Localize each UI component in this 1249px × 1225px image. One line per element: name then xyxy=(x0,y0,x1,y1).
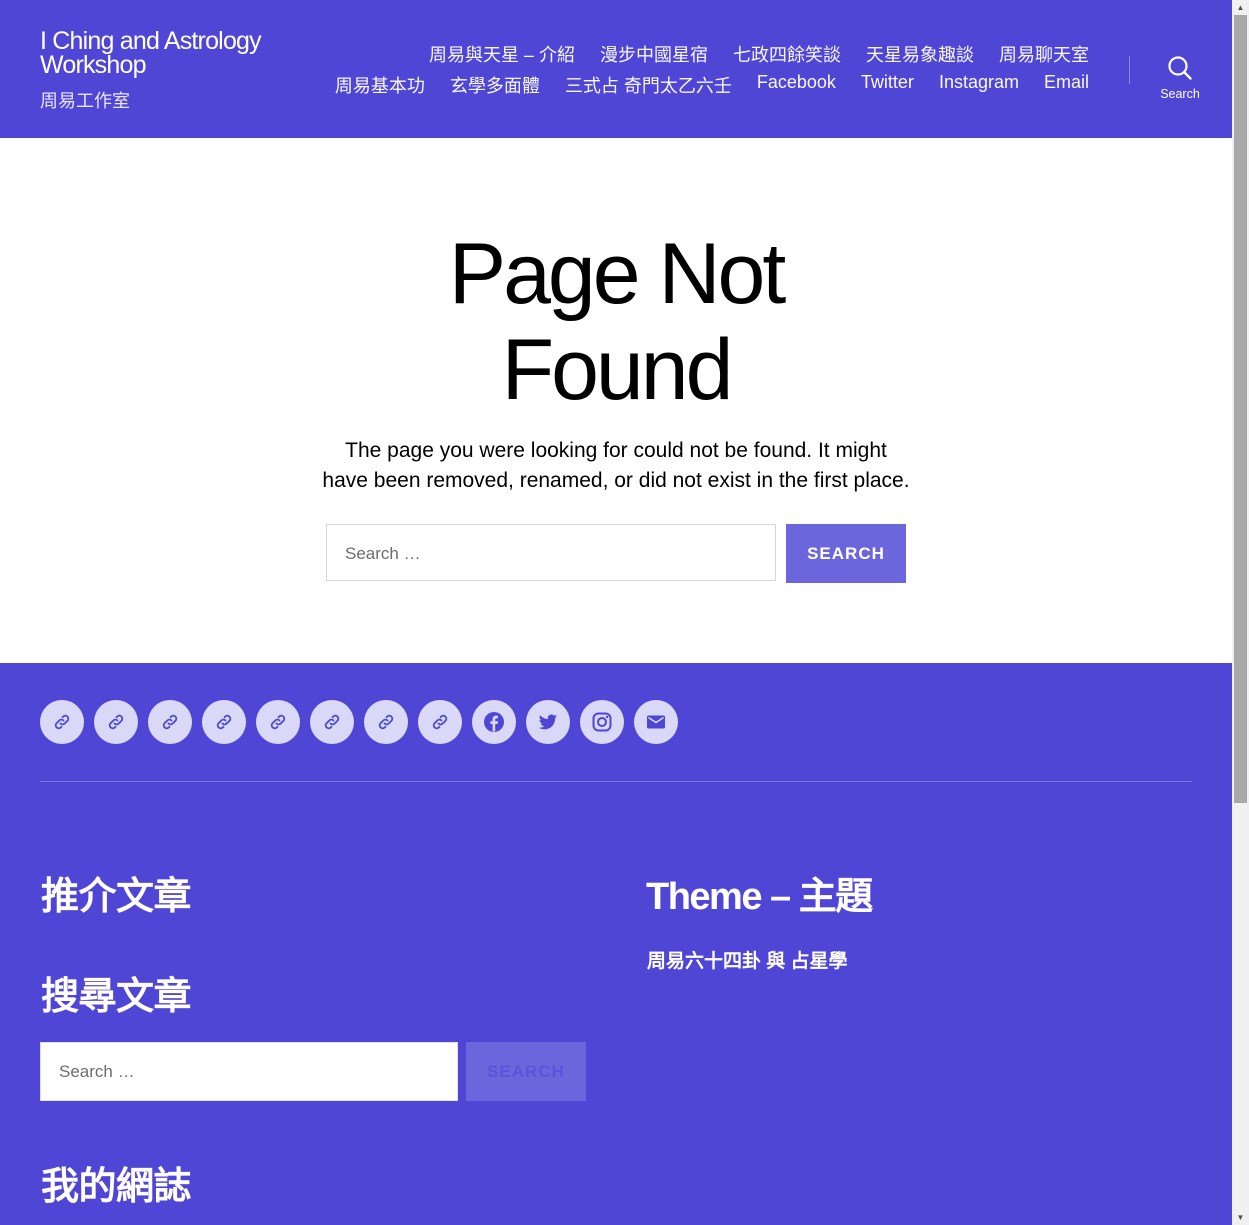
nav-item-chatroom[interactable]: 周易聊天室 xyxy=(999,41,1089,67)
email-icon xyxy=(647,715,665,729)
not-found-message: The page you were looking for could not … xyxy=(316,436,916,496)
social-link[interactable] xyxy=(418,700,462,744)
social-link[interactable] xyxy=(94,700,138,744)
main-search-button[interactable]: SEARCH xyxy=(786,524,906,583)
featured-posts-heading: 推介文章 xyxy=(41,876,192,918)
nav-item-instagram[interactable]: Instagram xyxy=(939,72,1019,98)
my-blog-heading: 我的網誌 xyxy=(41,1166,192,1208)
search-toggle-label: Search xyxy=(1160,87,1200,101)
scrollbar-thumb[interactable] xyxy=(1234,15,1247,803)
page: I Ching and Astrology Workshop 周易工作室 周易與… xyxy=(0,0,1232,1225)
vertical-scrollbar[interactable]: ▲ ▼ xyxy=(1232,0,1249,1225)
nav-item-basics[interactable]: 周易基本功 xyxy=(335,72,425,98)
header-divider xyxy=(1129,56,1130,84)
social-link-email[interactable] xyxy=(634,700,678,744)
facebook-icon xyxy=(484,712,504,732)
instagram-icon xyxy=(592,712,612,732)
nav-item-chinese-stars[interactable]: 漫步中國星宿 xyxy=(600,41,708,67)
search-posts-heading: 搜尋文章 xyxy=(41,976,192,1018)
nav-item-facebook[interactable]: Facebook xyxy=(757,72,836,98)
footer-divider xyxy=(40,781,1192,782)
social-link[interactable] xyxy=(364,700,408,744)
social-link-facebook[interactable] xyxy=(472,700,516,744)
message-line-2: have been removed, renamed, or did not e… xyxy=(322,469,910,492)
social-link[interactable] xyxy=(256,700,300,744)
social-link-twitter[interactable] xyxy=(526,700,570,744)
main-content: Page Not Found The page you were looking… xyxy=(0,138,1232,663)
theme-text: 周易六十四卦 與 占星學 xyxy=(647,951,848,972)
social-link[interactable] xyxy=(148,700,192,744)
page-title-line-1: Page Not xyxy=(448,226,787,322)
main-search-input[interactable]: Search … xyxy=(326,524,776,581)
site-description: 周易工作室 xyxy=(40,91,130,111)
nav-item-email[interactable]: Email xyxy=(1044,72,1089,98)
page-title-line-2: Found xyxy=(501,322,734,418)
search-toggle-button[interactable]: Search xyxy=(1156,55,1204,107)
nav-item-twitter[interactable]: Twitter xyxy=(861,72,914,98)
nav-item-three-methods[interactable]: 三式占 奇門太乙六壬 xyxy=(565,72,732,98)
link-icon xyxy=(432,714,448,730)
theme-heading: Theme – 主題 xyxy=(646,876,873,918)
scroll-up-arrow-icon[interactable]: ▲ xyxy=(1232,0,1249,15)
link-icon xyxy=(216,714,232,730)
social-link[interactable] xyxy=(310,700,354,744)
link-icon xyxy=(324,714,340,730)
primary-nav-row-2: 周易基本功 玄學多面體 三式占 奇門太乙六壬 Facebook Twitter … xyxy=(335,72,1089,98)
social-link[interactable] xyxy=(40,700,84,744)
scroll-down-arrow-icon[interactable]: ▼ xyxy=(1232,1210,1249,1225)
link-icon xyxy=(162,714,178,730)
link-icon xyxy=(378,714,394,730)
link-icon xyxy=(108,714,124,730)
page-title: Page Not Found xyxy=(0,226,1232,418)
nav-item-metaphysics[interactable]: 玄學多面體 xyxy=(450,72,540,98)
nav-item-seven-governors[interactable]: 七政四餘笑談 xyxy=(733,41,841,67)
site-header: I Ching and Astrology Workshop 周易工作室 周易與… xyxy=(0,0,1232,138)
primary-nav-row-1: 周易與天星 – 介紹 漫步中國星宿 七政四餘笑談 天星易象趣談 周易聊天室 xyxy=(429,41,1089,67)
search-icon xyxy=(1168,56,1192,80)
social-link-instagram[interactable] xyxy=(580,700,624,744)
footer-search-input[interactable]: Search … xyxy=(40,1042,458,1101)
site-title[interactable]: I Ching and Astrology Workshop xyxy=(40,29,300,78)
social-link[interactable] xyxy=(202,700,246,744)
nav-item-intro[interactable]: 周易與天星 – 介紹 xyxy=(429,41,575,67)
nav-item-star-images[interactable]: 天星易象趣談 xyxy=(866,41,974,67)
footer-search-button[interactable]: SEARCH xyxy=(466,1042,586,1101)
link-icon xyxy=(270,714,286,730)
social-links xyxy=(40,700,678,744)
message-line-1: The page you were looking for could not … xyxy=(345,439,887,462)
twitter-icon xyxy=(538,714,558,730)
site-footer: 推介文章 搜尋文章 Search … SEARCH 我的網誌 Theme – 主… xyxy=(0,663,1232,1225)
link-icon xyxy=(54,714,70,730)
